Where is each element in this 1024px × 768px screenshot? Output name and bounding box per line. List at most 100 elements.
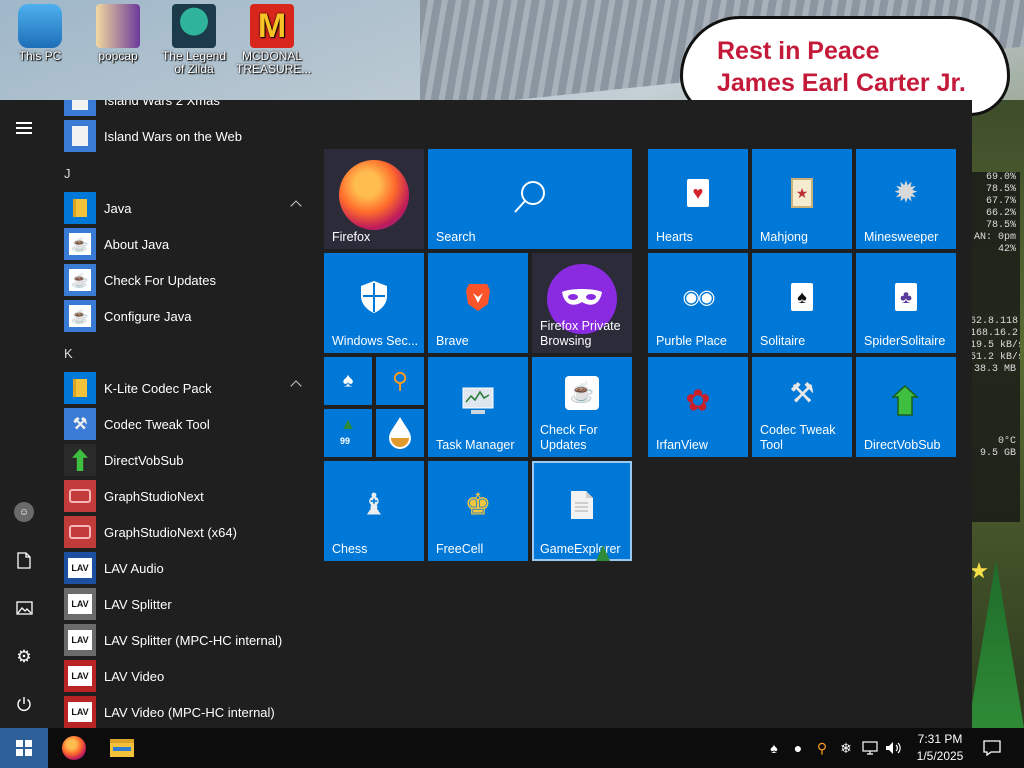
water-drop-icon [389,417,411,449]
tile-solitaire[interactable]: ♠ Solitaire [752,253,852,353]
file-explorer-icon [110,739,134,757]
mini-tile-badge: 99 [340,436,351,446]
all-apps-list[interactable]: Island Wars 2 Xmas Island Wars on the Web… [56,100,312,728]
tile-game-explorer[interactable]: GameExplorer [532,461,632,561]
list-letter-header[interactable]: K [64,346,73,361]
tray-snowflake-icon[interactable]: ❄ [836,738,856,758]
list-item[interactable]: LAV LAV Audio [64,550,306,586]
king-card-icon: ♚ [464,488,492,522]
tile-mini-people[interactable]: ♠ [324,357,372,405]
widget-readout [970,292,1020,304]
network-icon[interactable] [860,738,880,758]
settings-button[interactable]: ⚙ [0,634,48,678]
list-item-label: LAV Audio [104,560,164,576]
list-item[interactable]: GraphStudioNext [64,478,306,514]
list-item-label: Check For Updates [104,272,216,288]
list-item[interactable]: ☕ Configure Java [64,298,306,334]
green-arrow-icon [64,444,96,476]
widget-readout: 9.5 GB [979,448,1016,459]
start-menu: ☺ ⚙ Island Wars 2 Xmas Island Wars on the… [0,100,972,728]
java-icon: ☕ [64,300,96,332]
tile-directvobsub[interactable]: DirectVobSub [856,357,956,457]
documents-button[interactable] [0,538,48,582]
widget-readout: 69.0% [985,172,1016,183]
tile-minesweeper[interactable]: ✹ Minesweeper [856,149,956,249]
taskbar-firefox-button[interactable] [50,728,98,768]
lav-icon: LAV [64,624,96,656]
desktop-icon-popcap[interactable]: popcap [82,4,154,63]
folder-icon [64,192,96,224]
list-item[interactable]: LAV LAV Splitter (MPC-HC internal) [64,622,306,658]
action-center-button[interactable] [980,736,1004,760]
list-item[interactable]: ☕ About Java [64,226,306,262]
tile-codec-tweak-tool[interactable]: ⚒ Codec Tweak Tool [752,357,852,457]
volume-icon[interactable] [884,738,904,758]
firefox-icon [62,736,86,760]
widget-readout [970,280,1020,292]
tile-chess[interactable]: ♝ Chess [324,461,424,561]
taskbar-clock[interactable]: 7:31 PM 1/5/2025 [910,731,970,765]
list-item[interactable]: DirectVobSub [64,442,306,478]
list-item[interactable]: GraphStudioNext (x64) [64,514,306,550]
taskbar-file-explorer-button[interactable] [98,728,146,768]
tile-mini-search-tool[interactable]: ⚲ [376,357,424,405]
list-item-label: DirectVobSub [104,452,184,468]
pictures-button[interactable] [0,586,48,630]
desktop-icon-this-pc[interactable]: This PC [4,4,76,63]
heart-card-icon: ♥ [687,179,709,207]
notification-icon [983,740,1001,756]
folder-icon [64,372,96,404]
list-item[interactable]: LAV LAV Video [64,658,306,694]
start-button[interactable] [0,728,48,768]
list-item[interactable]: Island Wars 2 Xmas [64,100,306,118]
tile-firefox[interactable]: Firefox [324,149,424,249]
list-item[interactable]: LAV LAV Splitter [64,586,306,622]
windows-logo-icon [16,740,32,756]
brave-lion-icon [466,284,490,311]
tile-mahjong[interactable]: ★ Mahjong [752,149,852,249]
list-folder[interactable]: K-Lite Codec Pack [64,370,306,406]
widget-readout: 0°C [997,436,1016,447]
desktop-icon-mcdonalds[interactable]: M MCDONAL TREASURE... [236,4,311,76]
list-item-label: LAV Splitter [104,596,172,612]
tile-purble-place[interactable]: ◉◉ Purble Place [648,253,748,353]
list-item[interactable]: ⚒ Codec Tweak Tool [64,406,306,442]
list-letter-header[interactable]: J [64,166,71,181]
widget-readout [970,424,1020,436]
list-item[interactable]: Island Wars on the Web [64,118,306,154]
tile-task-manager[interactable]: Task Manager [428,357,528,457]
tray-drop-icon[interactable]: ● [788,738,808,758]
user-account-button[interactable]: ☺ [0,490,48,534]
tile-search[interactable]: Search [428,149,632,249]
widget-readout [970,388,1020,400]
java-icon: ☕ [565,376,599,410]
popcap-icon [96,4,140,48]
list-item[interactable]: ☕ Check For Updates [64,262,306,298]
widget-readout: 67.7% [985,196,1016,207]
list-folder[interactable]: Java [64,190,306,226]
document-icon [64,100,96,116]
list-item[interactable]: LAV LAV Video (MPC-HC internal) [64,694,306,728]
expand-menu-button[interactable] [0,106,48,150]
widget-readout [970,304,1020,316]
tile-irfanview[interactable]: ✿ IrfanView [648,357,748,457]
power-button[interactable] [0,682,48,726]
tray-magnifier-icon[interactable]: ⚲ [812,738,832,758]
tile-mini-drop[interactable] [376,409,424,457]
tile-spider-solitaire[interactable]: ♣ SpiderSolitaire [856,253,956,353]
desktop-icon-legend-of-zilda[interactable]: The Legend of Zilda [158,4,230,76]
tile-firefox-private[interactable]: Firefox Private Browsing [532,253,632,353]
chevron-up-icon [290,380,302,392]
tile-check-for-updates[interactable]: ☕ Check For Updates [532,357,632,457]
tile-windows-security[interactable]: Windows Sec... [324,253,424,353]
list-item-label: Configure Java [104,308,192,324]
tray-people-icon[interactable]: ♠ [764,738,784,758]
tools-icon: ⚒ [64,408,96,440]
widget-readout [970,400,1020,412]
tile-brave[interactable]: Brave [428,253,528,353]
tile-mini-xmas-tree[interactable]: ▲ 99 [324,409,372,457]
list-item-label: LAV Video (MPC-HC internal) [104,704,275,720]
tile-freecell[interactable]: ♚ FreeCell [428,461,528,561]
graph-icon [64,480,96,512]
tile-hearts[interactable]: ♥ Hearts [648,149,748,249]
